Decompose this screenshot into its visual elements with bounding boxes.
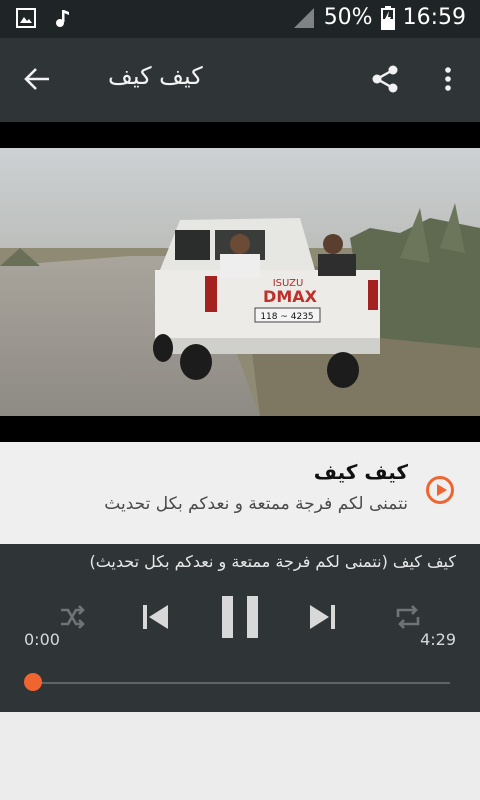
- status-time: 16:59: [402, 5, 466, 30]
- battery-icon: [380, 5, 395, 30]
- back-arrow-icon[interactable]: [22, 64, 52, 94]
- shuffle-icon[interactable]: [58, 603, 86, 631]
- seek-bar[interactable]: [34, 682, 450, 684]
- video-frame: 118 ~ 4235 ISUZU DMAX: [0, 148, 480, 416]
- next-icon[interactable]: [308, 602, 338, 632]
- audio-player: كيف كيف (نتمنى لكم فرجة ممتعة و نعدكم بك…: [0, 544, 480, 712]
- app-bar: كيف كيف: [0, 38, 480, 122]
- repeat-icon[interactable]: [394, 603, 422, 631]
- battery-percent: 50%: [323, 5, 373, 30]
- status-right: 50% 16:59: [292, 5, 466, 30]
- music-note-icon: [56, 10, 69, 27]
- pause-icon[interactable]: [220, 596, 260, 638]
- page-title: كيف كيف: [108, 62, 203, 90]
- total-duration: 4:29: [420, 630, 456, 649]
- truck-brand: DMAX: [263, 287, 318, 306]
- play-circle-icon[interactable]: [426, 476, 454, 504]
- previous-icon[interactable]: [140, 602, 170, 632]
- video-player[interactable]: 118 ~ 4235 ISUZU DMAX: [0, 122, 480, 442]
- image-icon: [16, 8, 36, 28]
- elapsed-time: 0:00: [24, 630, 60, 649]
- player-controls: [0, 594, 480, 640]
- more-vert-icon[interactable]: [438, 64, 458, 94]
- seek-thumb[interactable]: [24, 673, 42, 691]
- status-bar: 50% 16:59: [0, 0, 480, 38]
- track-title: كيف كيف: [313, 460, 408, 484]
- signal-icon: [293, 7, 314, 28]
- track-subtitle: نتمنى لكم فرجة ممتعة و نعدكم بكل تحديث: [104, 494, 408, 514]
- license-plate: 118 ~ 4235: [260, 312, 313, 322]
- now-playing-text: كيف كيف (نتمنى لكم فرجة ممتعة و نعدكم بك…: [89, 552, 456, 571]
- status-left-icons: [16, 8, 70, 28]
- track-info-card[interactable]: كيف كيف نتمنى لكم فرجة ممتعة و نعدكم بكل…: [0, 442, 480, 544]
- share-icon[interactable]: [370, 64, 400, 94]
- bottom-empty-area: [0, 712, 480, 800]
